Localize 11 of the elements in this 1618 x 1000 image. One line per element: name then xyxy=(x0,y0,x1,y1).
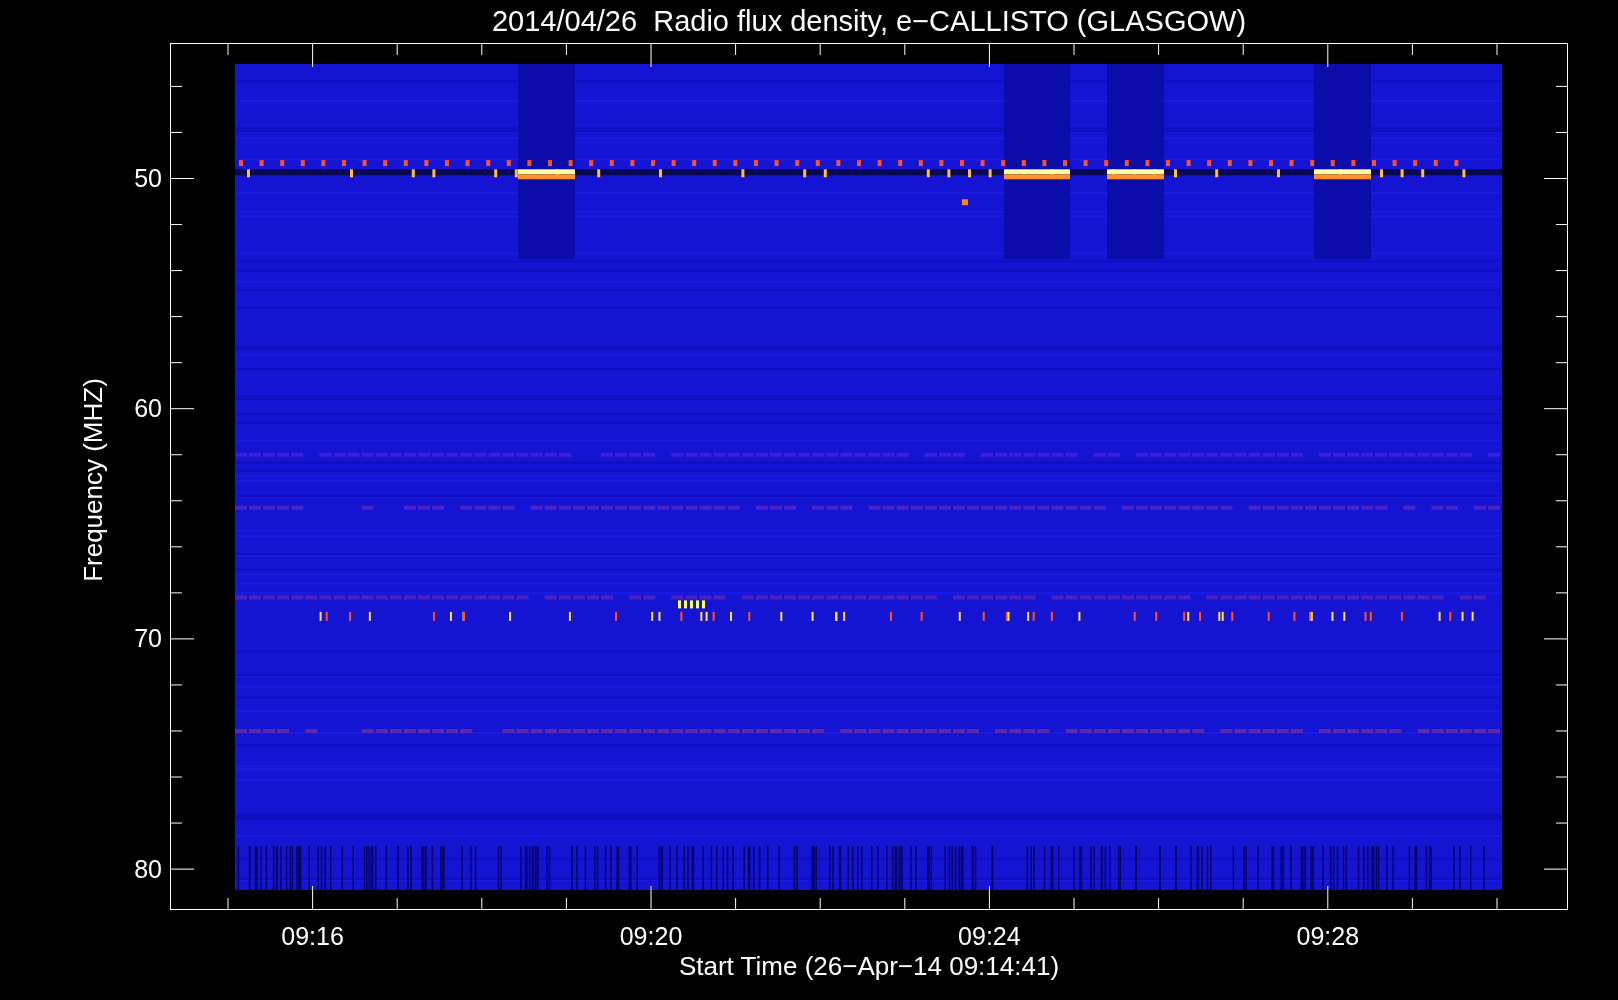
axis-label: Frequency (MHZ) xyxy=(80,378,106,582)
tick-label: 60 xyxy=(134,396,162,422)
tick-label: 70 xyxy=(134,626,162,652)
tick-label: 09:24 xyxy=(958,923,1021,949)
tick-label: 09:16 xyxy=(281,923,344,949)
axis-label: Start Time (26−Apr−14 09:14:41) xyxy=(678,953,1060,979)
tick-label: 09:20 xyxy=(619,923,683,949)
tick-label: 50 xyxy=(134,166,162,191)
tick-label: 09:28 xyxy=(1296,923,1360,949)
chart-title: 2014/04/26 Radio flux density, e−CALLISTO (GLASGOW) xyxy=(491,7,1247,36)
tick-label: 80 xyxy=(134,856,162,882)
